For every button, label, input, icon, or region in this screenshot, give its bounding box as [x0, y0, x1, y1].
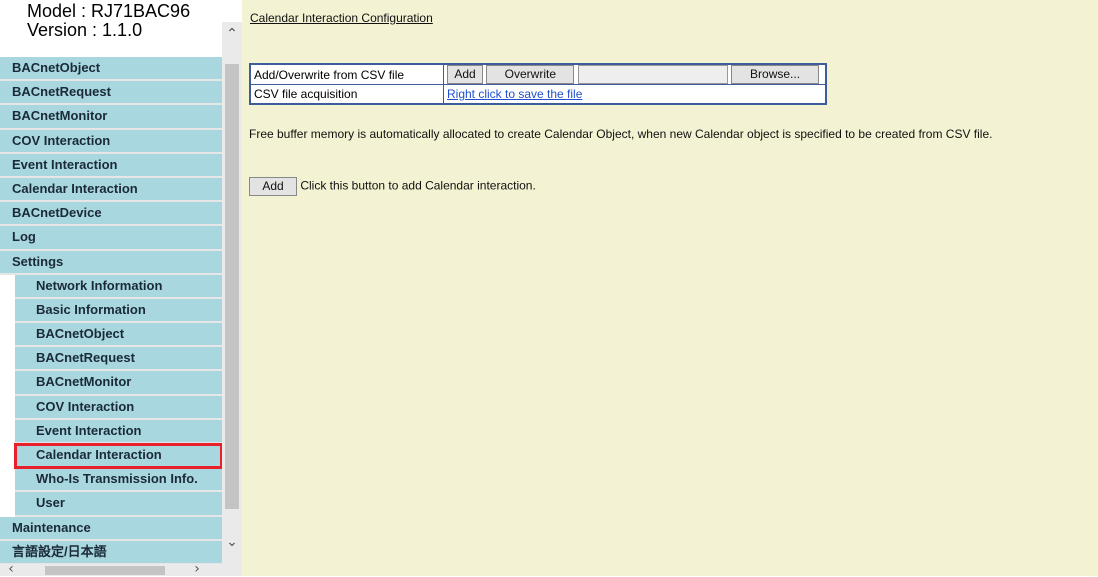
- page-title[interactable]: Calendar Interaction Configuration: [250, 11, 433, 25]
- csv-upload-controls: Add Overwrite Browse...: [443, 63, 827, 85]
- sidebar-item-bacnetmonitor[interactable]: BACnetMonitor: [0, 105, 222, 130]
- add-hint-text: Click this button to add Calendar intera…: [300, 178, 536, 193]
- settings-item-network-information[interactable]: Network Information: [15, 274, 222, 299]
- vertical-scroll-thumb[interactable]: [225, 64, 239, 509]
- sidebar: Model : RJ71BAC96 Version : 1.1.0 BACnet…: [0, 0, 242, 577]
- overwrite-button[interactable]: Overwrite: [486, 65, 575, 84]
- model-label: Model : RJ71BAC96: [27, 1, 191, 21]
- sidebar-item-bacnetdevice[interactable]: BACnetDevice: [0, 202, 222, 227]
- sidebar-vertical-scrollbar[interactable]: ⌃ ⌄: [222, 22, 242, 564]
- csv-file-path-field[interactable]: [577, 65, 728, 84]
- csv-table: Add/Overwrite from CSV file Add Overwrit…: [249, 63, 827, 105]
- browse-button[interactable]: Browse...: [731, 65, 820, 84]
- horizontal-scroll-thumb[interactable]: [45, 566, 165, 575]
- sidebar-item-calendar-interaction[interactable]: Calendar Interaction: [0, 177, 222, 203]
- csv-add-button[interactable]: Add: [447, 65, 483, 84]
- scroll-up-icon[interactable]: ⌃: [222, 26, 242, 42]
- settings-item-who-is-transmission-info[interactable]: Who-Is Transmission Info.: [15, 468, 222, 493]
- sidebar-item-settings[interactable]: Settings: [0, 250, 222, 275]
- sidebar-item-bacnetrequest[interactable]: BACnetRequest: [0, 81, 222, 106]
- settings-item-calendar-interaction[interactable]: Calendar Interaction: [14, 442, 223, 470]
- main-content: Calendar Interaction Configuration Add/O…: [242, 0, 1098, 576]
- settings-item-bacnetmonitor[interactable]: BACnetMonitor: [15, 371, 222, 396]
- settings-item-cov-interaction[interactable]: COV Interaction: [15, 395, 222, 420]
- sidebar-item-event-interaction[interactable]: Event Interaction: [0, 153, 222, 178]
- scroll-right-icon[interactable]: ›: [190, 561, 204, 577]
- add-interaction-row: Add Click this button to add Calendar in…: [249, 177, 536, 196]
- csv-acquisition-row: CSV file acquisition Right click to save…: [249, 84, 827, 105]
- csv-upload-row: Add/Overwrite from CSV file Add Overwrit…: [249, 63, 827, 85]
- sidebar-item-log[interactable]: Log: [0, 226, 222, 251]
- settings-item-basic-information[interactable]: Basic Information: [15, 298, 222, 324]
- model-header: Model : RJ71BAC96 Version : 1.1.0: [27, 2, 190, 40]
- settings-item-bacnetrequest[interactable]: BACnetRequest: [15, 347, 222, 372]
- sidebar-item-bacnetobject[interactable]: BACnetObject: [0, 57, 222, 82]
- sidebar-horizontal-scrollbar[interactable]: ‹ ›: [0, 561, 242, 577]
- scroll-down-icon[interactable]: ⌄: [222, 534, 242, 550]
- csv-acquisition-label: CSV file acquisition: [249, 84, 444, 105]
- settings-item-event-interaction[interactable]: Event Interaction: [15, 419, 222, 444]
- save-file-link[interactable]: Right click to save the file: [447, 87, 582, 101]
- sidebar-item-maintenance[interactable]: Maintenance: [0, 516, 222, 541]
- sidebar-item-language[interactable]: 言語設定/日本語: [0, 540, 222, 565]
- settings-item-user[interactable]: User: [15, 492, 222, 517]
- settings-item-bacnetobject[interactable]: BACnetObject: [15, 323, 222, 348]
- add-calendar-interaction-button[interactable]: Add: [249, 177, 297, 196]
- buffer-info-text: Free buffer memory is automatically allo…: [249, 127, 993, 141]
- csv-upload-label: Add/Overwrite from CSV file: [249, 63, 444, 85]
- sidebar-item-cov-interaction[interactable]: COV Interaction: [0, 129, 222, 154]
- sidebar-menu: BACnetObject BACnetRequest BACnetMonitor…: [0, 57, 223, 565]
- version-label: Version : 1.1.0: [27, 20, 143, 40]
- scroll-left-icon[interactable]: ‹: [4, 561, 18, 577]
